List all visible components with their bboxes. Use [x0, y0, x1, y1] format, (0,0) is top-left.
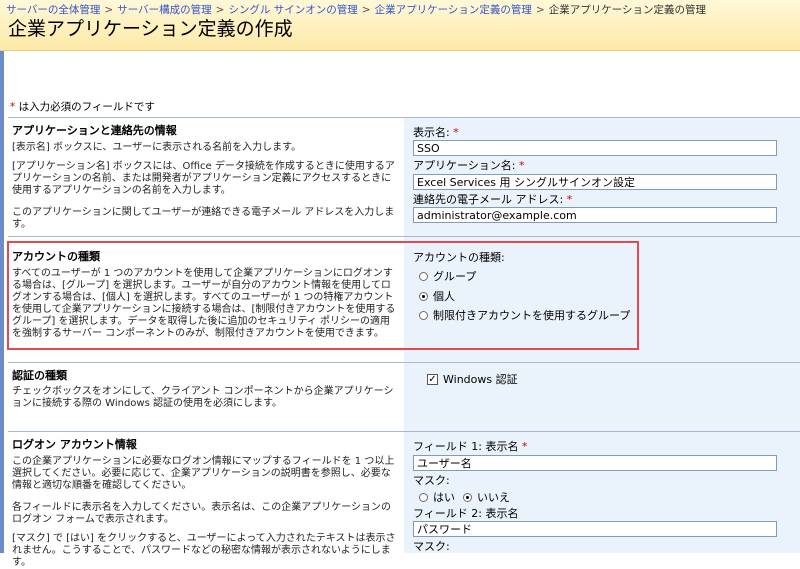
account-type-desc: すべてのユーザーが 1 つのアカウントを使用して企業アプリケーションにログオンす… [12, 268, 396, 339]
breadcrumb-current: 企業アプリケーション定義の管理 [548, 4, 706, 16]
radio-button[interactable] [419, 310, 428, 320]
windows-auth-checkbox[interactable]: ✓ Windows 認証 [427, 371, 518, 387]
mask-no-radio-selected[interactable] [463, 492, 472, 502]
field2-mask-label: マスク: [413, 540, 450, 553]
field1-mask-label: マスク: [413, 474, 450, 487]
mask-yes-radio[interactable] [419, 492, 428, 502]
app-info-desc-app-name: [アプリケーション名] ボックスには、Office データ接続を作成するときに使… [12, 161, 395, 196]
email-input[interactable]: administrator@example.com [413, 207, 777, 223]
section-title-logon-info: ログオン アカウント情報 [12, 438, 137, 451]
section-title-account-type: アカウントの種類 [12, 250, 100, 263]
section-divider [8, 236, 800, 237]
radio-button-selected[interactable] [419, 291, 428, 301]
account-type-label: アカウントの種類: [413, 251, 505, 264]
app-name-input[interactable]: Excel Services 用 シングルサインオン設定 [413, 174, 777, 190]
section-divider [8, 362, 800, 363]
auth-type-desc: チェックボックスをオンにして、クライアント コンポーネントから企業アプリケーショ… [12, 386, 394, 409]
section-divider [8, 117, 800, 118]
required-note-text: は入力必須のフィールドです [15, 101, 155, 113]
left-edge-bar [0, 51, 4, 553]
display-name-input[interactable]: SSO [413, 140, 777, 156]
app-name-label: アプリケーション名: * [413, 159, 525, 172]
page-header: サーバーの全体管理 > サーバー構成の管理 > シングル サインオンの管理 > 企業アプリケ… [0, 0, 800, 51]
radio-restricted-group[interactable]: 制限付きアカウントを使用するグループ [419, 307, 630, 323]
field2-input[interactable]: パスワード [413, 521, 777, 537]
required-note: * は入力必須のフィールドです [10, 99, 155, 114]
logon-desc-fields: この企業アプリケーションに必要なログオン情報にマップするフィールドを 1 つ以上… [12, 456, 395, 491]
checkbox-checked-icon[interactable]: ✓ [427, 373, 438, 385]
logon-desc-mask: [マスク] で [はい] をクリックすると、ユーザーによって入力されたテキストは… [12, 533, 396, 568]
field1-mask-options: はい いいえ [419, 489, 510, 505]
breadcrumb-separator: > [535, 4, 545, 16]
field1-label: フィールド 1: 表示名 * [413, 440, 528, 453]
app-info-desc-email: このアプリケーションに関してユーザーが連絡できる電子メール アドレスを入力します… [12, 207, 395, 230]
display-name-label: 表示名: * [413, 126, 459, 139]
section-title-auth-type: 認証の種類 [12, 369, 67, 382]
breadcrumb-separator: > [361, 4, 371, 16]
radio-group[interactable]: グループ [419, 268, 476, 284]
breadcrumb-link-app-def-admin[interactable]: 企業アプリケーション定義の管理 [375, 4, 532, 16]
logon-desc-display-name: 各フィールドに表示名を入力してください。表示名は、この企業アプリケーションのログ… [12, 502, 391, 525]
radio-individual[interactable]: 個人 [419, 288, 455, 304]
section-title-app-info: アプリケーションと連絡先の情報 [12, 124, 177, 137]
email-label: 連絡先の電子メール アドレス: * [413, 193, 573, 206]
section-divider [8, 431, 800, 432]
app-info-desc-display-name: [表示名] ボックスに、ユーザーに表示される名前を入力します。 [12, 142, 302, 153]
field2-label: フィールド 2: 表示名 [413, 507, 519, 520]
page-title: 企業アプリケーション定義の作成 [8, 18, 293, 40]
field1-input[interactable]: ユーザー名 [413, 455, 777, 471]
radio-button[interactable] [419, 271, 428, 281]
